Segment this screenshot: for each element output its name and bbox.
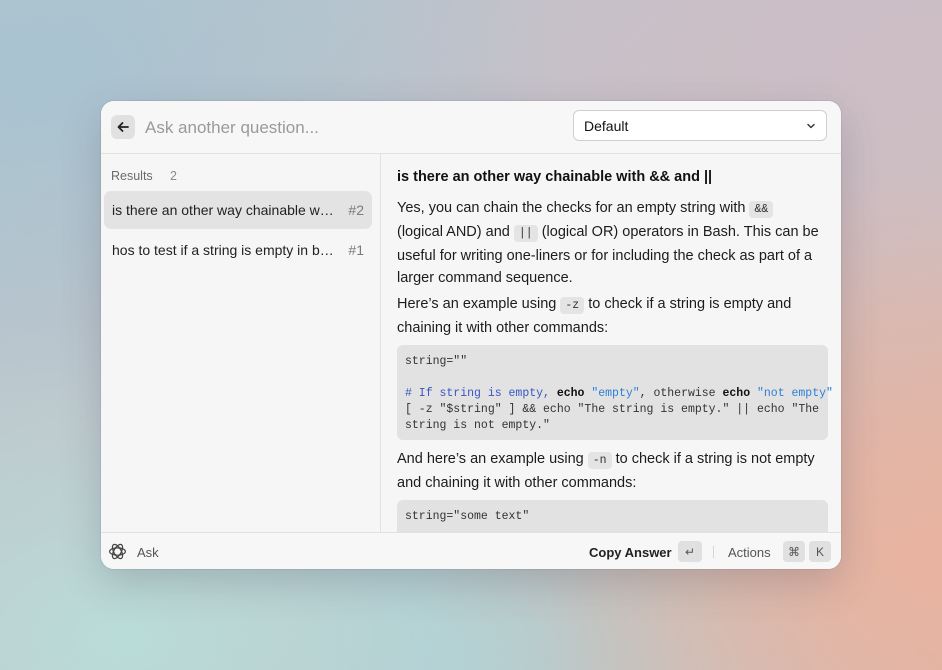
openai-logo-icon <box>109 543 126 560</box>
copy-answer-button[interactable]: Copy Answer <box>589 545 672 560</box>
answer-paragraph: Here’s an example using -z to check if a… <box>397 293 822 339</box>
code-line: string="some text" <box>405 510 530 523</box>
code-string: "not empty" <box>757 387 833 400</box>
ask-label: Ask <box>137 545 159 560</box>
answer-paragraph: And here’s an example using -n to check … <box>397 448 822 494</box>
inline-code: -z <box>560 297 585 314</box>
code-line: string="" <box>405 355 468 368</box>
code-keyword: echo <box>722 387 751 400</box>
result-item-title: hos to test if a string is empty in bash <box>112 242 334 258</box>
back-button[interactable] <box>111 115 135 139</box>
result-item[interactable]: is there an other way chainable with && … <box>104 191 372 229</box>
code-string: "empty" <box>591 387 640 400</box>
bottom-bar: Ask Copy Answer ↵ Actions ⌘ K <box>101 532 841 569</box>
top-bar: Default <box>101 101 841 154</box>
model-select[interactable]: Default <box>573 110 827 141</box>
code-keyword: echo <box>556 387 585 400</box>
code-block[interactable]: string="" # If string is empty, echo "em… <box>397 345 833 440</box>
code-line: string is not empty." <box>405 419 550 432</box>
model-select-value: Default <box>584 118 629 134</box>
results-sidebar: Results 2 is there an other way chainabl… <box>101 154 381 532</box>
inline-code: -n <box>587 452 612 469</box>
actions-button[interactable]: Actions <box>728 545 771 560</box>
result-item[interactable]: hos to test if a string is empty in bash… <box>104 231 372 269</box>
divider <box>713 546 714 558</box>
answer-text: (logical AND) and <box>397 224 510 240</box>
arrow-left-icon <box>117 122 129 132</box>
code-line: [ -z "$string" ] && echo "The string is … <box>405 403 820 416</box>
inline-code: && <box>749 201 774 218</box>
code-line: # If string is empty, echo "empty", othe… <box>405 386 833 402</box>
answer-text: And here’s an example using <box>397 451 584 467</box>
result-item-number: #1 <box>348 242 364 258</box>
k-key-hint: K <box>809 541 831 562</box>
assistant-window: Default Results 2 is there an other way … <box>101 101 841 569</box>
answer-paragraph: Yes, you can chain the checks for an emp… <box>397 197 822 289</box>
code-text: , otherwise <box>639 387 723 400</box>
answer-text: Here’s an example using <box>397 296 557 312</box>
answer-panel[interactable]: is there an other way chainable with && … <box>381 154 841 532</box>
code-block[interactable]: string="some text" <box>397 500 828 532</box>
result-item-title: is there an other way chainable with && … <box>112 202 334 218</box>
inline-code: || <box>513 225 538 242</box>
question-title: is there an other way chainable with && … <box>397 169 713 185</box>
answer-text: Yes, you can chain the checks for an emp… <box>397 200 746 216</box>
chevron-down-icon <box>807 123 815 129</box>
ask-input[interactable] <box>143 114 547 142</box>
enter-key-hint: ↵ <box>678 541 702 562</box>
cmd-key-hint: ⌘ <box>783 541 805 562</box>
result-item-number: #2 <box>348 202 364 218</box>
code-comment: # If string is empty, <box>405 387 557 400</box>
results-count: 2 <box>170 169 177 183</box>
results-label: Results <box>111 169 153 183</box>
